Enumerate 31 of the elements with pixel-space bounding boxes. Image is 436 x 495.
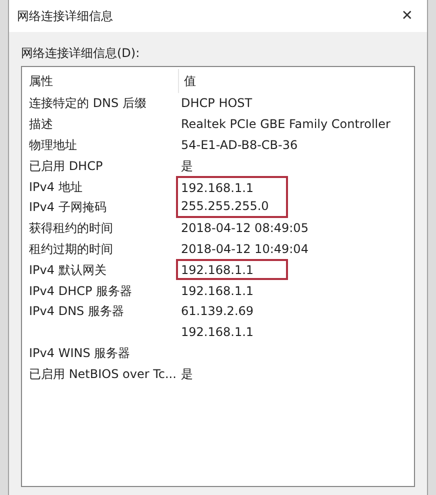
- property-cell-text: 获得租约的时间: [29, 220, 113, 238]
- value-cell-text: 2018-04-12 08:49:05: [181, 220, 308, 238]
- value-cell-text: 192.168.1.1: [181, 324, 254, 342]
- column-header[interactable]: 属性: [29, 69, 179, 93]
- property-cell-text: 租约过期的时间: [29, 240, 113, 258]
- close-button[interactable]: ✕: [397, 6, 417, 26]
- property-cell-text: IPv4 子网掩码: [29, 199, 106, 216]
- property-cell-text: IPv4 DNS 服务器: [29, 303, 124, 320]
- property-cell-text: 已启用 DHCP: [29, 158, 103, 175]
- value-cell-text: 54-E1-AD-B8-CB-36: [181, 137, 298, 154]
- property-cell-text: IPv4 DHCP 服务器: [29, 282, 132, 300]
- value-cell-text: Realtek PCIe GBE Family Controller: [181, 116, 390, 134]
- property-cell-text: IPv4 WINS 服务器: [29, 344, 130, 362]
- property-cell-text: IPv4 地址: [29, 178, 82, 196]
- value-cell-text: DHCP HOST: [181, 95, 252, 112]
- value-cell-text: 是: [181, 158, 193, 175]
- value-cell-text: 2018-04-12 10:49:04: [181, 240, 308, 258]
- column-header[interactable]: 值: [179, 72, 196, 90]
- property-cell-text: 描述: [29, 116, 53, 134]
- value-cell-text: 192.168.1.1: [181, 282, 254, 300]
- value-cell-text: 192.168.1.1: [181, 180, 254, 197]
- property-cell-text: 物理地址: [29, 136, 77, 154]
- value-cell-text: 61.139.2.69: [181, 303, 254, 320]
- property-cell-text: 连接特定的 DNS 后缀: [29, 95, 146, 112]
- window-title: 网络连接详细信息: [17, 8, 113, 25]
- property-cell-text: IPv4 默认网关: [29, 262, 106, 279]
- value-cell-text: 192.168.1.1: [181, 262, 254, 279]
- value-cell-text: 255.255.255.0: [181, 198, 269, 216]
- value-cell-text: 是: [181, 366, 193, 383]
- property-cell-text: 已启用 NetBIOS over Tc...: [29, 366, 176, 383]
- list-label: 网络连接详细信息(D):: [21, 45, 141, 62]
